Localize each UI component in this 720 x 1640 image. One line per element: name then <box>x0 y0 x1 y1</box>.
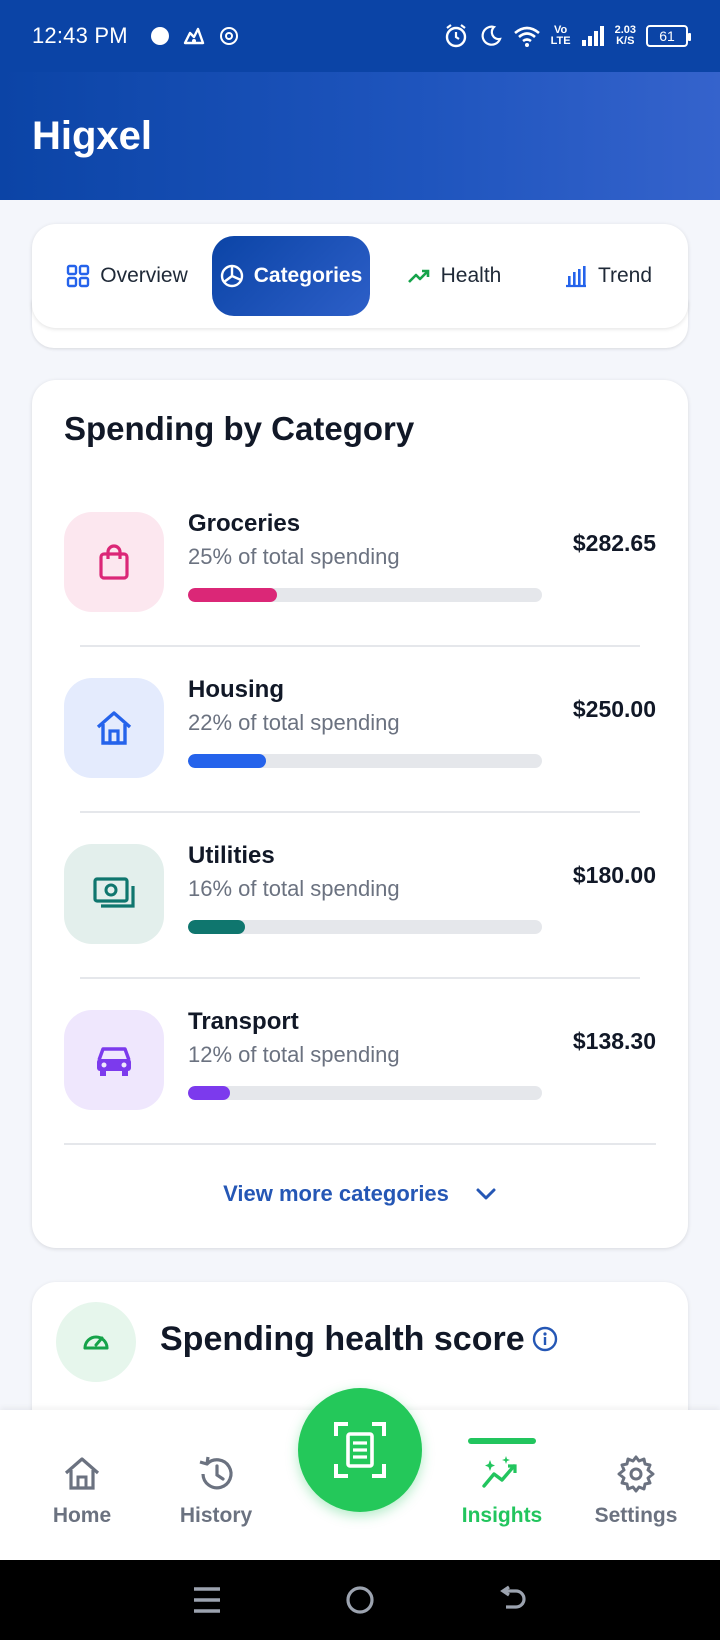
category-progress-fill <box>188 1086 231 1100</box>
category-percent-text: 25% of total spending <box>188 544 400 569</box>
scan-receipt-icon <box>334 1422 386 1478</box>
signal-icon <box>581 26 604 46</box>
openai-icon <box>219 27 238 45</box>
info-icon[interactable] <box>532 1326 558 1352</box>
nav-home-label: Home <box>52 1504 112 1527</box>
category-progress-bar <box>188 1086 542 1100</box>
divider <box>80 977 640 979</box>
moon-icon <box>481 25 502 46</box>
record-dot-icon <box>150 27 169 45</box>
house-icon <box>96 711 132 745</box>
divider <box>80 811 640 813</box>
divider <box>80 645 640 647</box>
trending-up-icon <box>407 269 429 283</box>
gear-icon <box>617 1455 655 1493</box>
tab-trend[interactable]: Trend <box>538 236 678 316</box>
category-row-groceries[interactable]: Groceries 25% of total spending $282.65 <box>32 494 688 660</box>
home-circle-icon[interactable] <box>345 1585 375 1615</box>
tab-health[interactable]: Health <box>370 236 538 316</box>
category-name: Housing <box>188 676 284 703</box>
bar-chart-icon <box>565 266 586 288</box>
status-bar: 12:43 PM Vo LTE 2.03 K/S 61 <box>0 0 720 72</box>
tab-overview-label: Overview <box>100 264 188 287</box>
network-speed: 2.03 K/S <box>614 24 636 47</box>
view-more-label: View more categories <box>223 1181 449 1206</box>
tab-trend-label: Trend <box>597 264 653 287</box>
insights-icon <box>482 1456 517 1488</box>
nav-history[interactable]: History <box>156 1454 276 1528</box>
view-more-categories-button[interactable]: View more categories <box>32 1166 688 1222</box>
tab-bar: Overview Categories Health Trend <box>32 224 688 328</box>
category-percent-text: 12% of total spending <box>188 1042 400 1067</box>
nav-settings-label: Settings <box>594 1504 678 1527</box>
category-row-housing[interactable]: Housing 22% of total spending $250.00 <box>32 660 688 826</box>
nav-home[interactable]: Home <box>22 1454 142 1528</box>
category-progress-bar <box>188 588 542 602</box>
tab-health-label: Health <box>440 264 502 287</box>
category-percent-text: 16% of total spending <box>188 876 400 901</box>
alarm-icon <box>445 24 466 48</box>
recents-menu-icon[interactable] <box>192 1586 222 1614</box>
nav-history-label: History <box>179 1504 253 1527</box>
category-row-transport[interactable]: Transport 12% of total spending $138.30 <box>32 992 688 1158</box>
category-name: Transport <box>188 1008 299 1035</box>
category-percent-text: 22% of total spending <box>188 710 400 735</box>
nav-insights-label: Insights <box>461 1504 543 1527</box>
tab-categories[interactable]: Categories <box>212 236 370 316</box>
category-icon-box <box>64 844 164 944</box>
category-name: Utilities <box>188 842 275 869</box>
health-score-title: Spending health score <box>160 1320 525 1358</box>
nav-insights[interactable]: Insights <box>442 1454 562 1528</box>
category-amount: $250.00 <box>572 696 656 722</box>
tab-overview[interactable]: Overview <box>42 236 212 316</box>
home-icon <box>64 1457 100 1490</box>
gauge-icon <box>83 1335 109 1350</box>
category-progress-bar <box>188 920 542 934</box>
category-icon-box <box>64 678 164 778</box>
nav-settings[interactable]: Settings <box>576 1454 696 1528</box>
status-time: 12:43 PM <box>32 23 128 48</box>
back-icon[interactable] <box>498 1585 528 1615</box>
category-amount: $180.00 <box>572 862 656 888</box>
chevron-down-icon <box>476 1188 496 1200</box>
category-progress-fill <box>188 588 277 602</box>
category-amount: $138.30 <box>572 1028 656 1054</box>
active-tab-indicator <box>468 1438 536 1444</box>
card-title: Spending by Category <box>64 410 415 447</box>
tab-categories-label: Categories <box>253 264 363 287</box>
app-title: Higxel <box>32 113 153 158</box>
spending-by-category-card: Spending by Category Groceries 25% of to… <box>32 380 688 1248</box>
category-name: Groceries <box>188 510 301 537</box>
category-progress-bar <box>188 754 542 768</box>
category-progress-fill <box>188 754 266 768</box>
money-icon <box>93 877 135 908</box>
category-row-utilities[interactable]: Utilities 16% of total spending $180.00 <box>32 826 688 992</box>
category-progress-fill <box>188 920 245 934</box>
gauge-icon-circle <box>56 1302 136 1382</box>
car-icon <box>97 1047 131 1076</box>
divider <box>64 1143 656 1145</box>
category-icon-box <box>64 512 164 612</box>
pie-chart-icon <box>220 264 243 288</box>
scan-receipt-button[interactable] <box>298 1388 422 1512</box>
battery-indicator: 61 <box>646 25 691 47</box>
app-header: Higxel <box>0 72 720 200</box>
app-notification-icon <box>183 27 204 45</box>
wifi-icon <box>513 26 540 47</box>
category-icon-box <box>64 1010 164 1110</box>
system-navigation-bar <box>0 1560 720 1640</box>
volte-indicator: Vo LTE <box>550 24 571 47</box>
category-amount: $282.65 <box>572 530 656 556</box>
history-icon <box>199 1456 233 1490</box>
grid-icon <box>67 264 90 288</box>
shopping-bag-icon <box>99 544 129 580</box>
